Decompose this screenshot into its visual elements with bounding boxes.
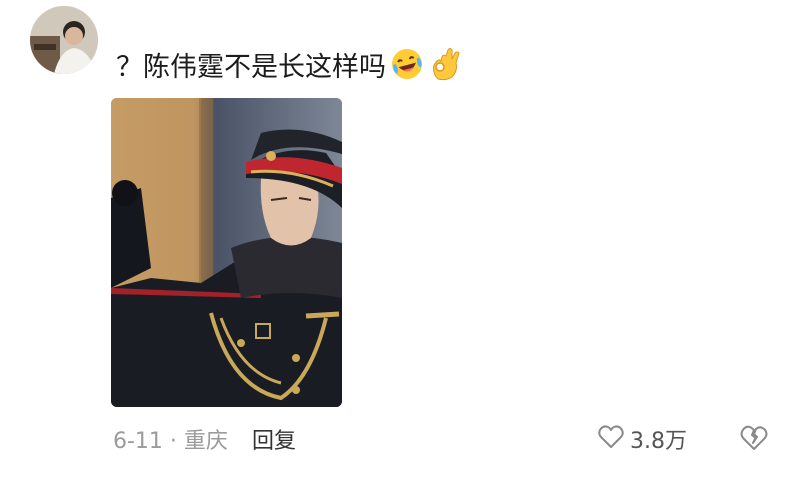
- avatar-image: [30, 6, 98, 74]
- laughing-crying-icon: [390, 47, 424, 81]
- ok-hand-icon: [428, 47, 462, 81]
- heart-outline-icon: [598, 425, 624, 453]
- avatar[interactable]: [30, 6, 98, 74]
- like-count: 3.8万: [630, 429, 687, 454]
- comment-date-location: 6-11 · 重庆: [113, 429, 228, 454]
- like-button[interactable]: 3.8万: [598, 424, 687, 454]
- comment-text-row: ？陈伟霆不是长这样吗: [116, 40, 462, 88]
- reply-button[interactable]: 回复: [252, 424, 296, 454]
- comment-photo[interactable]: [111, 98, 342, 407]
- photo-image: [111, 98, 342, 407]
- dislike-button[interactable]: [740, 425, 770, 455]
- broken-heart-icon: [740, 425, 768, 455]
- comment-text: ？陈伟霆不是长这样吗: [116, 51, 386, 83]
